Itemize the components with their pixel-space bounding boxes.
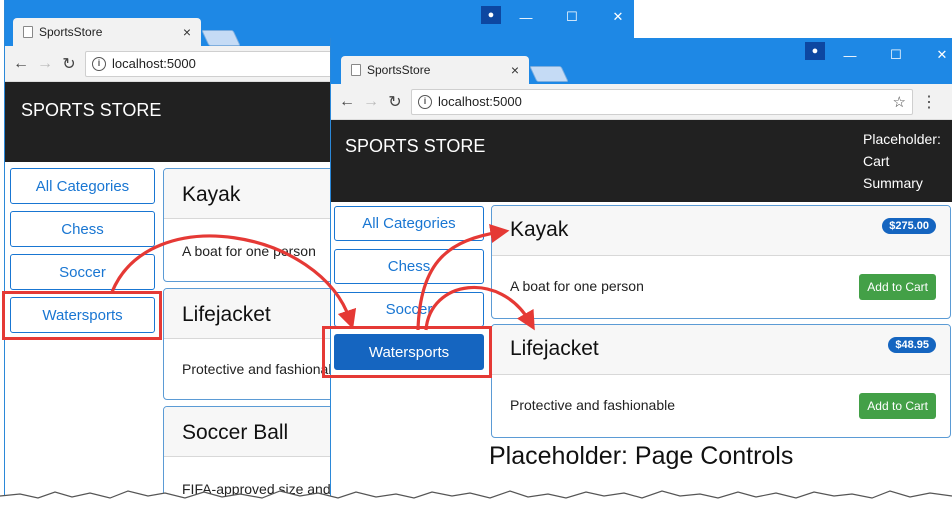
info-icon: i [418, 94, 432, 109]
back-arrow-icon[interactable]: ← [335, 93, 359, 111]
front-maximize-icon[interactable]: ☐ [873, 47, 919, 63]
front-product-name: Lifejacket [510, 337, 599, 360]
screenshot-stage: SportsStore × ● — ☐ ✕ ← → ↻ i localhost:… [0, 0, 952, 508]
torn-edge-effect [0, 490, 952, 508]
back-user-icon[interactable]: ● [481, 6, 501, 24]
front-title-bar: SportsStore × ● — ☐ ✕ [331, 38, 952, 84]
front-address-bar[interactable]: i localhost:5000 ☆ [411, 88, 913, 115]
back-category-chess[interactable]: Chess [10, 211, 155, 247]
front-url-text: localhost:5000 [438, 94, 522, 109]
front-product-card-header: Kayak $275.00 [492, 206, 950, 256]
back-arrow-icon[interactable]: ← [9, 55, 33, 73]
info-icon: i [92, 56, 106, 71]
cart-summary-placeholder: Placeholder: Cart Summary [863, 131, 941, 191]
back-tab-close-icon[interactable]: × [183, 24, 191, 40]
back-window-controls: — ☐ ✕ [503, 0, 634, 34]
front-user-icon[interactable]: ● [805, 42, 825, 60]
bookmark-star-icon[interactable]: ☆ [893, 93, 906, 111]
back-tab-title: SportsStore [39, 25, 103, 39]
back-close-icon[interactable]: ✕ [595, 9, 634, 25]
front-category-chess[interactable]: Chess [334, 249, 484, 284]
reload-icon[interactable]: ↻ [57, 54, 81, 74]
page-favicon-icon [23, 26, 33, 38]
front-product-card-header: Lifejacket $48.95 [492, 325, 950, 375]
front-product-card-body: A boat for one person Add to Cart [492, 256, 950, 318]
front-category-soccer[interactable]: Soccer [334, 292, 484, 327]
front-window-controls: — ☐ ✕ [827, 38, 952, 72]
page-controls-placeholder: Placeholder: Page Controls [489, 442, 794, 470]
back-new-tab-button[interactable] [201, 30, 241, 46]
price-badge: $48.95 [888, 337, 936, 353]
front-product-card: Kayak $275.00 A boat for one person Add … [491, 205, 951, 319]
front-product-name: Kayak [510, 218, 569, 241]
forward-arrow-icon[interactable]: → [359, 93, 383, 111]
front-product-card: Lifejacket $48.95 Protective and fashion… [491, 324, 951, 438]
front-product-description: A boat for one person [510, 278, 644, 294]
add-to-cart-button[interactable]: Add to Cart [859, 393, 936, 419]
back-product-name: Lifejacket [182, 303, 271, 326]
menu-kebab-icon[interactable]: ⋮ [921, 92, 937, 112]
back-url-text: localhost:5000 [112, 56, 196, 71]
front-product-description: Protective and fashionable [510, 397, 675, 413]
forward-arrow-icon[interactable]: → [33, 55, 57, 73]
front-browser-tab[interactable]: SportsStore × [341, 56, 529, 84]
front-new-tab-button[interactable] [529, 66, 569, 82]
front-browser-toolbar: ← → ↻ i localhost:5000 ☆ ⋮ [331, 84, 952, 120]
page-favicon-icon [351, 64, 361, 76]
back-minimize-icon[interactable]: — [503, 10, 549, 25]
reload-icon[interactable]: ↻ [383, 92, 407, 112]
front-store-brand[interactable]: SPORTS STORE [345, 136, 485, 157]
front-watersports-highlight [322, 326, 492, 378]
front-category-all[interactable]: All Categories [334, 206, 484, 241]
add-to-cart-button[interactable]: Add to Cart [859, 274, 936, 300]
front-close-icon[interactable]: ✕ [919, 47, 952, 63]
back-address-bar[interactable]: i localhost:5000 [85, 50, 345, 77]
back-maximize-icon[interactable]: ☐ [549, 9, 595, 25]
front-tab-close-icon[interactable]: × [511, 62, 519, 78]
front-store-navbar: SPORTS STORE Placeholder: Cart Summary [331, 120, 952, 202]
back-product-description: A boat for one person [182, 243, 316, 259]
front-product-card-body: Protective and fashionable Add to Cart [492, 375, 950, 437]
back-product-name: Kayak [182, 183, 241, 206]
back-browser-tab[interactable]: SportsStore × [13, 18, 201, 46]
front-browser-window: SportsStore × ● — ☐ ✕ ← → ↻ i localhost:… [330, 38, 952, 508]
front-minimize-icon[interactable]: — [827, 48, 873, 63]
back-store-brand[interactable]: SPORTS STORE [21, 100, 161, 121]
back-product-name: Soccer Ball [182, 421, 289, 444]
back-category-soccer[interactable]: Soccer [10, 254, 155, 290]
price-badge: $275.00 [882, 218, 936, 234]
back-watersports-highlight [2, 291, 162, 340]
front-tab-title: SportsStore [367, 63, 431, 77]
back-category-all[interactable]: All Categories [10, 168, 155, 204]
